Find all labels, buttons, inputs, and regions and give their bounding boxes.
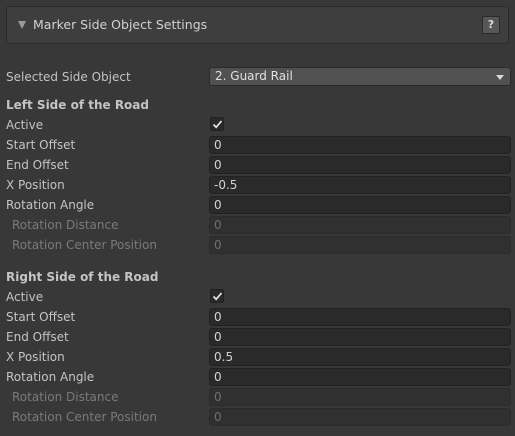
left-active-label: Active [6,118,44,132]
right-start-offset-row: Start Offset 0 [0,307,515,327]
left-rotation-angle-field[interactable]: 0 [209,196,511,214]
left-rotation-distance-field: 0 [209,216,511,234]
left-rotation-angle-row: Rotation Angle 0 [0,195,515,215]
left-rotation-center-field: 0 [209,236,511,254]
selected-side-object-dropdown[interactable]: 2. Guard Rail [209,67,511,86]
right-rotation-center-field: 0 [209,408,511,426]
left-active-checkbox[interactable] [210,117,224,131]
right-section-heading: Right Side of the Road [6,270,159,284]
inspector-panel: Marker Side Object Settings ? Selected S… [0,0,515,436]
left-x-position-field[interactable]: -0.5 [209,176,511,194]
foldout-title: Marker Side Object Settings [33,17,208,32]
right-rotation-center-label: Rotation Center Position [12,410,157,424]
left-section-heading: Left Side of the Road [6,98,149,112]
right-start-offset-label: Start Offset [6,310,76,324]
right-rotation-angle-label: Rotation Angle [6,370,95,384]
checkmark-icon [212,120,223,129]
foldout-triangle-icon[interactable] [18,21,26,29]
left-active-row: Active [0,115,515,135]
help-button[interactable]: ? [482,16,500,34]
left-rotation-angle-label: Rotation Angle [6,198,95,212]
left-rotation-distance-label: Rotation Distance [12,218,119,232]
left-start-offset-label: Start Offset [6,138,76,152]
foldout-header[interactable]: Marker Side Object Settings ? [6,6,509,44]
right-x-position-row: X Position 0.5 [0,347,515,367]
right-rotation-distance-label: Rotation Distance [12,390,119,404]
right-rotation-distance-row: Rotation Distance 0 [0,387,515,407]
left-start-offset-field[interactable]: 0 [209,136,511,154]
right-start-offset-field[interactable]: 0 [209,308,511,326]
left-end-offset-label: End Offset [6,158,69,172]
right-active-label: Active [6,290,44,304]
left-x-position-label: X Position [6,178,65,192]
selected-side-object-row: Selected Side Object 2. Guard Rail [0,67,515,87]
right-active-checkbox[interactable] [210,289,224,303]
right-rotation-center-row: Rotation Center Position 0 [0,407,515,427]
checkmark-icon [212,292,223,301]
left-end-offset-field[interactable]: 0 [209,156,511,174]
dropdown-arrow-icon [496,75,504,80]
left-end-offset-row: End Offset 0 [0,155,515,175]
selected-side-object-value: 2. Guard Rail [215,69,293,83]
selected-side-object-label: Selected Side Object [6,70,131,84]
right-x-position-label: X Position [6,350,65,364]
right-end-offset-label: End Offset [6,330,69,344]
right-end-offset-field[interactable]: 0 [209,328,511,346]
right-end-offset-row: End Offset 0 [0,327,515,347]
left-rotation-distance-row: Rotation Distance 0 [0,215,515,235]
left-rotation-center-row: Rotation Center Position 0 [0,235,515,255]
left-x-position-row: X Position -0.5 [0,175,515,195]
right-rotation-angle-field[interactable]: 0 [209,368,511,386]
left-start-offset-row: Start Offset 0 [0,135,515,155]
right-active-row: Active [0,287,515,307]
right-rotation-distance-field: 0 [209,388,511,406]
right-x-position-field[interactable]: 0.5 [209,348,511,366]
right-rotation-angle-row: Rotation Angle 0 [0,367,515,387]
left-rotation-center-label: Rotation Center Position [12,238,157,252]
